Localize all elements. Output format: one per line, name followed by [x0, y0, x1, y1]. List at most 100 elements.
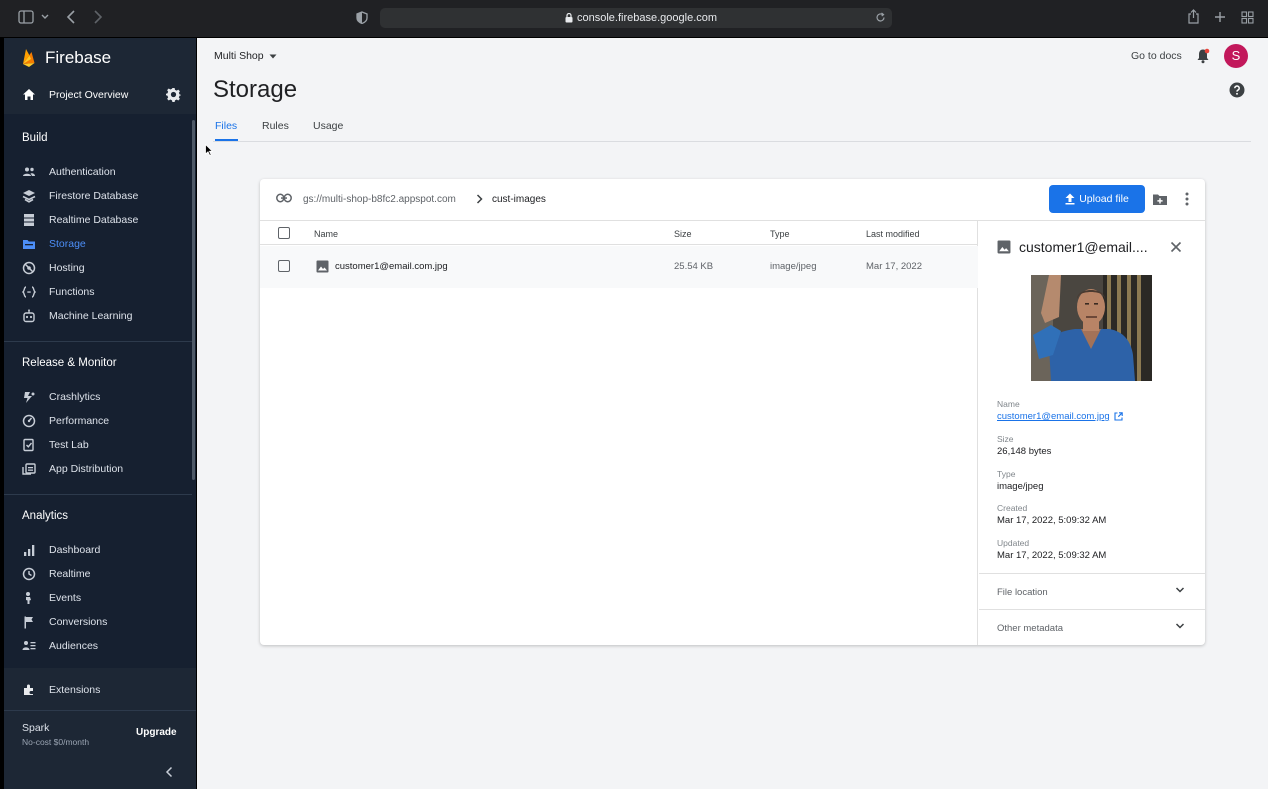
- sidebar-item-performance[interactable]: Performance: [4, 409, 192, 433]
- sidebar-item-label: Realtime Database: [49, 214, 139, 226]
- sidebar-item-label: Machine Learning: [49, 310, 133, 322]
- tab-rules[interactable]: Rules: [262, 120, 289, 132]
- detail-created: Created Mar 17, 2022, 5:09:32 AM: [997, 503, 1106, 526]
- open-in-new-icon[interactable]: [1114, 412, 1123, 421]
- sidebar-item-audiences[interactable]: Audiences: [4, 634, 192, 658]
- more-vert-icon[interactable]: [1185, 192, 1189, 206]
- detail-type-label: Type: [997, 469, 1016, 479]
- sidebar-item-label: Functions: [49, 286, 95, 298]
- gear-icon[interactable]: [166, 87, 181, 102]
- browser-toolbar: console.firebase.google.com: [0, 0, 1268, 37]
- tab-overview-icon[interactable]: [1241, 11, 1254, 24]
- sidebar-scroll-area[interactable]: Build Authentication Firestore Database …: [4, 114, 196, 668]
- chevron-down-icon[interactable]: [41, 13, 49, 21]
- project-overview-label: Project Overview: [49, 89, 129, 101]
- sidebar-item-label: Crashlytics: [49, 391, 101, 403]
- link-icon[interactable]: [276, 193, 292, 203]
- sidebar-item-storage[interactable]: Storage: [4, 232, 192, 256]
- sidebar-item-realtime-database[interactable]: Realtime Database: [4, 208, 192, 232]
- go-to-docs-link[interactable]: Go to docs: [1131, 50, 1182, 62]
- chevron-down-icon[interactable]: [1175, 586, 1185, 594]
- row-checkbox[interactable]: [278, 260, 290, 272]
- project-overview[interactable]: Project Overview: [4, 78, 196, 112]
- sidebar-item-dashboard[interactable]: Dashboard: [4, 538, 192, 562]
- notifications-icon[interactable]: [1196, 48, 1210, 64]
- storage-icon: [22, 237, 36, 251]
- sidebar-item-realtime[interactable]: Realtime: [4, 562, 192, 586]
- sidebar-item-conversions[interactable]: Conversions: [4, 610, 192, 634]
- lock-icon: [565, 13, 573, 23]
- back-icon[interactable]: [66, 10, 76, 24]
- sidebar-item-events[interactable]: Events: [4, 586, 192, 610]
- sidebar-item-authentication[interactable]: Authentication: [4, 160, 192, 184]
- sidebar-scrollbar[interactable]: [192, 120, 195, 480]
- app-distribution-icon: [22, 462, 36, 476]
- collapse-sidebar-icon[interactable]: [164, 766, 174, 778]
- chevron-down-icon[interactable]: [1175, 622, 1185, 630]
- sidebar-item-label: Conversions: [49, 616, 108, 628]
- detail-name-label: Name: [997, 399, 1020, 409]
- tab-usage[interactable]: Usage: [313, 120, 343, 132]
- firestore-icon: [22, 189, 36, 203]
- file-size: 25.54 KB: [674, 261, 714, 272]
- sidebar-item-extensions[interactable]: Extensions: [4, 676, 196, 704]
- detail-name-link[interactable]: customer1@email.com.jpg: [997, 411, 1123, 422]
- sidebar-item-app-distribution[interactable]: App Distribution: [4, 457, 192, 481]
- forward-icon[interactable]: [93, 10, 103, 24]
- active-tab-indicator: [215, 139, 238, 141]
- brand[interactable]: Firebase: [22, 46, 111, 70]
- detail-name-value[interactable]: customer1@email.com.jpg: [997, 411, 1110, 422]
- clock-icon: [22, 567, 36, 581]
- section-divider: [4, 341, 192, 342]
- file-table: Name Size Type Last modified customer1@e…: [260, 221, 978, 645]
- detail-type: Type image/jpeg: [997, 469, 1043, 492]
- sidebar-item-test-lab[interactable]: Test Lab: [4, 433, 192, 457]
- upgrade-button[interactable]: Upgrade: [136, 727, 177, 738]
- other-metadata-section[interactable]: Other metadata: [979, 609, 1205, 645]
- sidebar-item-label: Firestore Database: [49, 190, 139, 202]
- project-selector[interactable]: Multi Shop: [214, 50, 277, 62]
- caret-down-icon: [269, 54, 277, 59]
- avatar[interactable]: S: [1224, 44, 1248, 68]
- sidebar-item-label: Performance: [49, 415, 110, 427]
- share-icon[interactable]: [1187, 9, 1200, 24]
- tab-files[interactable]: Files: [215, 120, 237, 132]
- plan-cost: No-cost $0/month: [22, 737, 90, 747]
- select-all-checkbox[interactable]: [278, 227, 290, 239]
- image-preview[interactable]: [1031, 275, 1152, 381]
- file-detail-panel: customer1@email.... Name customer1@email…: [979, 221, 1205, 645]
- address-bar[interactable]: console.firebase.google.com: [380, 8, 892, 28]
- sidebar-item-crashlytics[interactable]: Crashlytics: [4, 385, 192, 409]
- detail-updated-label: Updated: [997, 538, 1030, 548]
- sidebar-toggle-icon[interactable]: [18, 10, 34, 24]
- sidebar-item-functions[interactable]: Functions: [4, 280, 192, 304]
- image-file-icon: [997, 240, 1011, 254]
- sidebar: Firebase Project Overview Build Authenti…: [4, 38, 196, 789]
- sidebar-item-hosting[interactable]: Hosting: [4, 256, 192, 280]
- sidebar-item-firestore-database[interactable]: Firestore Database: [4, 184, 192, 208]
- table-row[interactable]: customer1@email.com.jpg 25.54 KB image/j…: [260, 246, 978, 288]
- url-text: console.firebase.google.com: [577, 12, 718, 24]
- column-header-type[interactable]: Type: [770, 229, 790, 239]
- section-build: Build: [22, 132, 48, 144]
- new-tab-icon[interactable]: [1214, 11, 1226, 23]
- reload-icon[interactable]: [875, 12, 886, 23]
- file-name[interactable]: customer1@email.com.jpg: [335, 261, 448, 272]
- breadcrumb-folder[interactable]: cust-images: [492, 194, 546, 205]
- sidebar-item-label: Test Lab: [49, 439, 89, 451]
- create-folder-icon[interactable]: [1152, 193, 1168, 206]
- column-header-last-modified[interactable]: Last modified: [866, 229, 920, 239]
- bucket-path[interactable]: gs://multi-shop-b8fc2.appspot.com: [303, 194, 456, 205]
- sidebar-item-machine-learning[interactable]: Machine Learning: [4, 304, 192, 328]
- detail-size-label: Size: [997, 434, 1014, 444]
- column-header-name[interactable]: Name: [314, 229, 338, 239]
- brand-name: Firebase: [45, 48, 112, 67]
- file-location-section[interactable]: File location: [979, 573, 1205, 609]
- detail-name: Name customer1@email.com.jpg: [997, 399, 1123, 422]
- project-name: Multi Shop: [214, 50, 264, 62]
- column-header-size[interactable]: Size: [674, 229, 692, 239]
- upload-file-button[interactable]: Upload file: [1049, 185, 1145, 213]
- close-icon[interactable]: [1170, 241, 1182, 253]
- privacy-shield-icon[interactable]: [356, 11, 368, 24]
- help-icon[interactable]: [1229, 82, 1245, 98]
